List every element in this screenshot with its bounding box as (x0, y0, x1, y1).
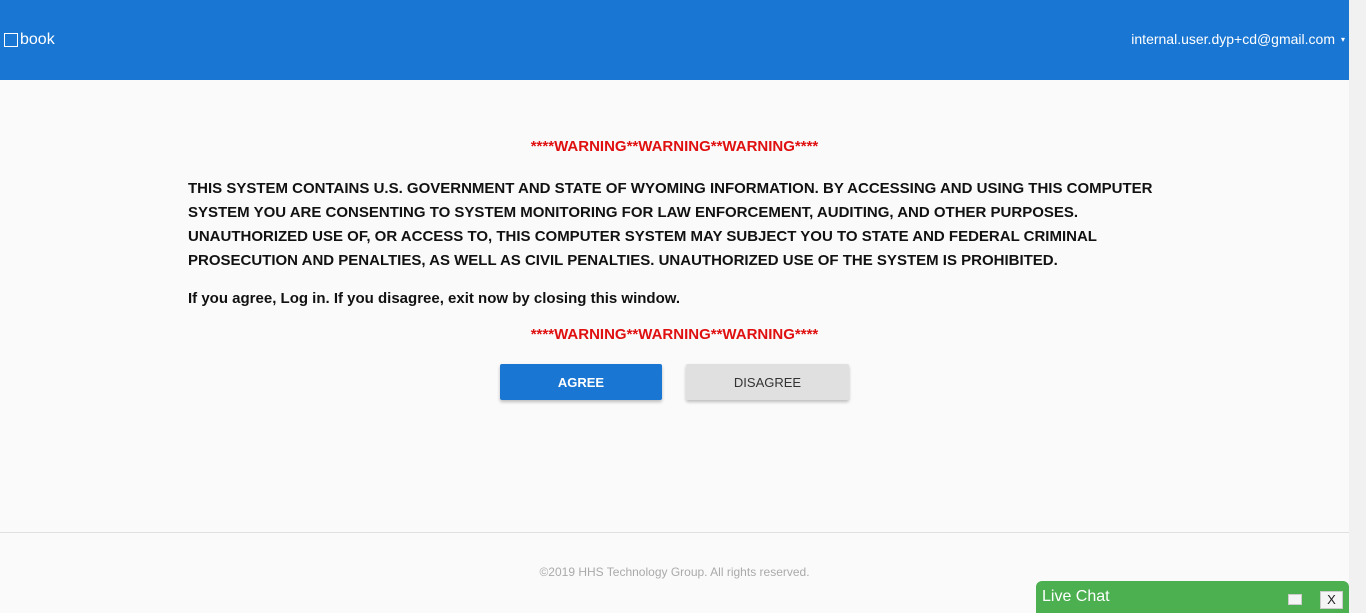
agree-button[interactable]: AGREE (500, 364, 662, 400)
close-chat-button[interactable]: X (1320, 591, 1343, 609)
minimize-icon[interactable] (1288, 594, 1302, 605)
logo-image-icon (4, 33, 18, 47)
logo[interactable]: book (4, 31, 55, 49)
warning-panel: ****WARNING**WARNING**WARNING**** THIS S… (0, 80, 1349, 532)
footer-divider (0, 532, 1349, 533)
disagree-button[interactable]: DISAGREE (686, 364, 849, 400)
live-chat-label: Live Chat (1042, 588, 1110, 605)
page: book internal.user.dyp+cd@gmail.com ▾ **… (0, 0, 1366, 613)
live-chat-widget[interactable]: Live Chat X (1036, 581, 1349, 613)
footer-copyright: ©2019 HHS Technology Group. All rights r… (539, 565, 810, 579)
user-menu[interactable]: internal.user.dyp+cd@gmail.com ▾ (1131, 30, 1345, 48)
app-header: book internal.user.dyp+cd@gmail.com ▾ (0, 0, 1349, 80)
chevron-down-icon: ▾ (1340, 34, 1345, 44)
vertical-scrollbar[interactable] (1349, 0, 1366, 613)
warning-banner-top: ****WARNING**WARNING**WARNING**** (530, 138, 819, 155)
user-email: internal.user.dyp+cd@gmail.com (1131, 31, 1335, 47)
agree-instruction: If you agree, Log in. If you disagree, e… (188, 290, 681, 307)
legal-notice: THIS SYSTEM CONTAINS U.S. GOVERNMENT AND… (188, 180, 1153, 269)
logo-text: book (20, 31, 55, 48)
warning-banner-bottom: ****WARNING**WARNING**WARNING**** (530, 326, 819, 343)
